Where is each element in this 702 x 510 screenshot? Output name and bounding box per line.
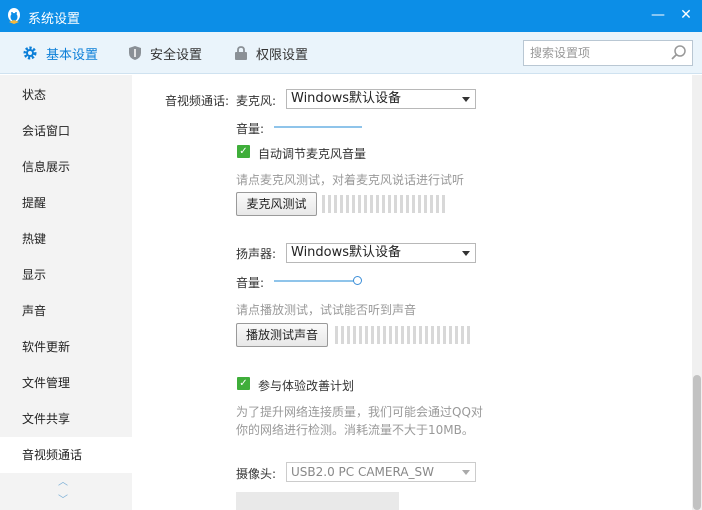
- tab-label: 权限设置: [256, 47, 309, 63]
- settings-tab-bar: 基本设置 安全设置 权限设置: [0, 32, 702, 74]
- mic-auto-adjust-checkbox[interactable]: ✓: [237, 145, 250, 158]
- close-button[interactable]: ✕: [674, 4, 698, 26]
- mic-volume-level: [274, 126, 362, 128]
- improve-plan-checkbox[interactable]: ✓: [237, 377, 250, 390]
- minimize-button[interactable]: —: [646, 4, 670, 26]
- mic-test-hint: 请点麦克风测试，对着麦克风说话进行试听: [236, 173, 465, 187]
- chevron-down-icon: [462, 97, 470, 102]
- qq-penguin-icon: [8, 8, 20, 24]
- mic-level-meter: [322, 195, 445, 213]
- title-bar: 系统设置 — ✕: [0, 0, 702, 32]
- camera-device-value: USB2.0 PC CAMERA_SW: [291, 465, 435, 479]
- sidebar-item-sound[interactable]: 声音: [0, 293, 132, 329]
- chevron-down-icon: [462, 251, 470, 256]
- chevron-down-icon: [462, 470, 470, 475]
- speaker-test-hint: 请点播放测试，试试能否听到声音: [236, 303, 417, 317]
- improve-plan-desc-line1: 为了提升网络连接质量，我们可能会通过QQ对: [236, 405, 483, 419]
- scrollbar-thumb[interactable]: [693, 375, 701, 510]
- sidebar-item-file-management[interactable]: 文件管理: [0, 365, 132, 401]
- content-scrollbar[interactable]: [692, 75, 702, 510]
- tab-security-settings[interactable]: 安全设置: [128, 32, 202, 74]
- mic-device-select[interactable]: Windows默认设备: [286, 89, 476, 109]
- mic-device-value: Windows默认设备: [291, 91, 402, 106]
- sidebar-item-display[interactable]: 显示: [0, 257, 132, 293]
- sidebar-item-status[interactable]: 状态: [0, 77, 132, 113]
- gear-icon: [22, 45, 38, 61]
- improve-plan-label: 参与体验改善计划: [258, 379, 355, 393]
- speaker-volume-handle[interactable]: [353, 276, 362, 285]
- camera-preview: [236, 492, 399, 510]
- improve-plan-desc-line2: 你的网络进行检测。消耗流量不大于10MB。: [236, 423, 474, 437]
- camera-device-select[interactable]: USB2.0 PC CAMERA_SW: [286, 462, 476, 482]
- sidebar-item-chat-window[interactable]: 会话窗口: [0, 113, 132, 149]
- search-box[interactable]: [523, 40, 693, 66]
- speaker-label: 扬声器:: [236, 247, 277, 261]
- search-icon[interactable]: [670, 44, 688, 65]
- av-section-label: 音视频通话:: [165, 94, 230, 108]
- tab-label: 基本设置: [46, 47, 99, 63]
- speaker-test-button[interactable]: 播放测试声音: [236, 323, 328, 347]
- tab-label: 安全设置: [150, 47, 203, 63]
- sidebar-item-software-update[interactable]: 软件更新: [0, 329, 132, 365]
- mic-label: 麦克风:: [236, 94, 277, 108]
- camera-label: 摄像头:: [236, 467, 277, 481]
- speaker-volume-label: 音量:: [236, 276, 265, 290]
- sidebar-item-reminder[interactable]: 提醒: [0, 185, 132, 221]
- speaker-level-meter: [335, 326, 470, 344]
- sidebar: 状态 会话窗口 信息展示 提醒 热键 显示 声音 软件更新 文件管理 文件共享 …: [0, 75, 132, 510]
- speaker-volume-slider[interactable]: [274, 280, 354, 282]
- speaker-device-value: Windows默认设备: [291, 245, 402, 260]
- scroll-up-icon[interactable]: ︿: [58, 473, 68, 488]
- tab-permission-settings[interactable]: 权限设置: [234, 32, 308, 74]
- tab-basic-settings[interactable]: 基本设置: [22, 32, 98, 74]
- sidebar-item-av-call[interactable]: 音视频通话: [0, 437, 132, 473]
- mic-auto-adjust-label: 自动调节麦克风音量: [258, 147, 367, 161]
- mic-volume-label: 音量:: [236, 122, 265, 136]
- sidebar-item-file-sharing[interactable]: 文件共享: [0, 401, 132, 437]
- lock-icon: [234, 45, 248, 61]
- mic-test-button[interactable]: 麦克风测试: [236, 192, 317, 216]
- speaker-device-select[interactable]: Windows默认设备: [286, 243, 476, 263]
- sidebar-item-info-display[interactable]: 信息展示: [0, 149, 132, 185]
- av-settings-panel: 音视频通话: 麦克风: Windows默认设备 音量: ✓ 自动调节麦克风音量 …: [132, 75, 690, 510]
- window-title: 系统设置: [28, 12, 81, 27]
- search-input[interactable]: [524, 41, 662, 65]
- shield-icon: [128, 45, 142, 61]
- sidebar-item-hotkeys[interactable]: 热键: [0, 221, 132, 257]
- scroll-down-icon[interactable]: ﹀: [58, 491, 68, 506]
